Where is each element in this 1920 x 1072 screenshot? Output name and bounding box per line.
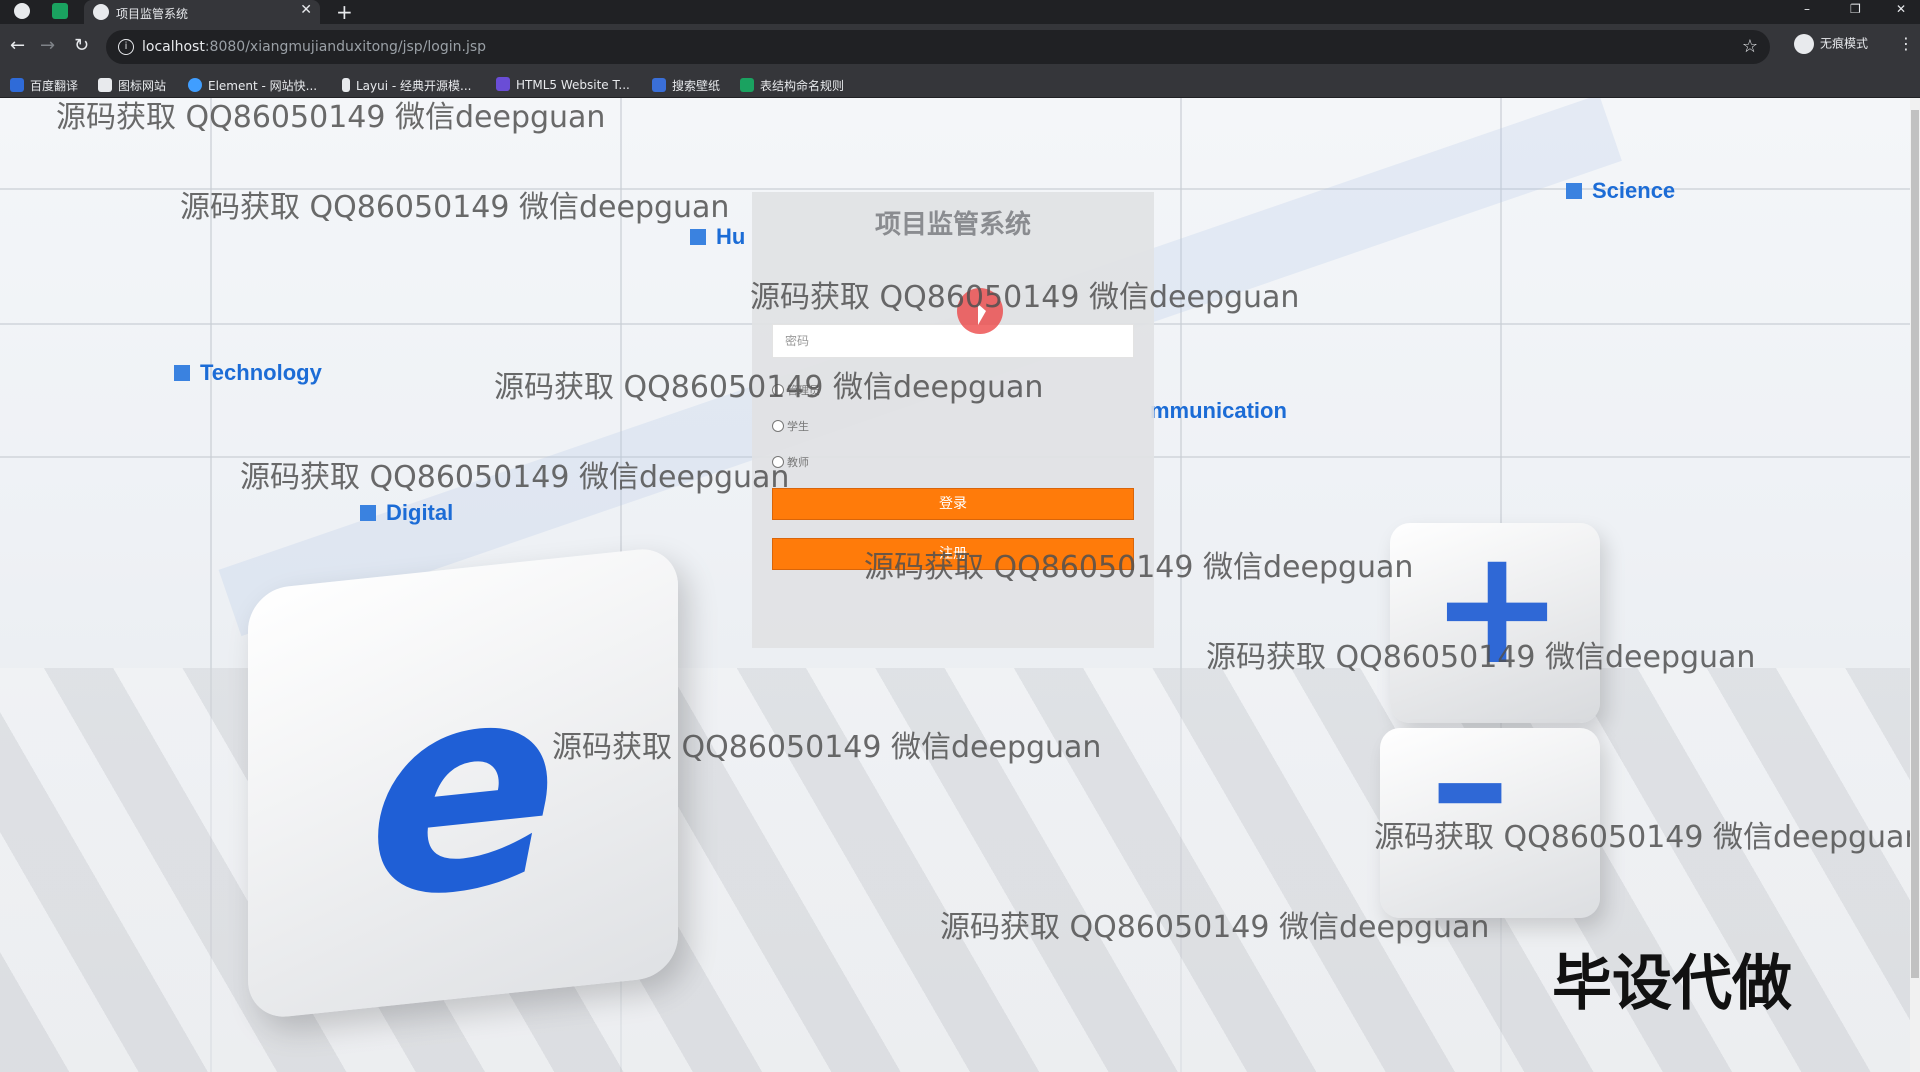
password-field[interactable]: 密码 — [772, 324, 1134, 358]
restore-icon[interactable]: ❐ — [1850, 2, 1861, 16]
login-button[interactable]: 登录 — [772, 488, 1134, 520]
bg-label-hu: Hu — [690, 224, 745, 250]
pinned-tab-icon[interactable] — [52, 3, 68, 19]
watermark: 源码获取 QQ86050149 微信deepguan — [180, 190, 730, 225]
new-tab-button[interactable]: + — [336, 0, 353, 24]
tab-title: 项目监管系统 — [116, 7, 189, 21]
watermark: 源码获取 QQ86050149 微信deepguan — [240, 460, 790, 495]
watermark: 源码获取 QQ86050149 微信deepguan — [56, 100, 606, 135]
watermark: 源码获取 QQ86050149 微信deepguan — [864, 550, 1414, 585]
scrollbar[interactable] — [1910, 98, 1920, 1072]
translate-icon — [10, 78, 24, 92]
flag-icon — [98, 78, 112, 92]
bookmark-item[interactable]: 搜索壁纸 — [652, 77, 720, 94]
url-text[interactable]: localhost:8080/xiangmujianduxitong/jsp/l… — [142, 39, 486, 55]
e-logo-icon: e — [368, 618, 558, 964]
site-info-icon[interactable]: i — [118, 39, 134, 55]
promo-stamp: 毕设代做 — [1552, 949, 1792, 1019]
e-cube-graphic: e — [248, 545, 678, 1021]
active-tab[interactable]: 项目监管系统 ✕ — [84, 0, 320, 24]
url-bar[interactable]: i localhost:8080/xiangmujianduxitong/jsp… — [106, 30, 1770, 64]
watermark: 源码获取 QQ86050149 微信deepguan — [494, 370, 1044, 405]
bookmark-item[interactable]: 表结构命名规则 — [740, 77, 844, 94]
bookmark-item[interactable]: HTML5 Website T... — [496, 77, 630, 92]
tab-bar: 项目监管系统 ✕ + – ❐ ✕ — [0, 0, 1920, 24]
watermark: 源码获取 QQ86050149 微信deepguan — [1206, 640, 1756, 675]
bookmark-item[interactable]: 百度翻译 — [10, 77, 78, 94]
incognito-icon — [1794, 34, 1814, 54]
scrollbar-thumb[interactable] — [1911, 110, 1919, 978]
bookmark-star-icon[interactable]: ☆ — [1742, 36, 1758, 57]
forward-icon[interactable]: → — [40, 35, 55, 56]
bg-label-communication: mmunication — [1150, 398, 1287, 423]
incognito-indicator[interactable]: 无痕模式 — [1794, 34, 1868, 54]
minimize-icon[interactable]: – — [1804, 2, 1810, 16]
bookmark-item[interactable]: 图标网站 — [98, 77, 166, 94]
bookmarks-bar: 百度翻译 图标网站 Element - 网站快... Layui - 经典开源模… — [0, 70, 1920, 98]
watermark: 源码获取 QQ86050149 微信deepguan — [940, 910, 1490, 945]
element-icon — [188, 78, 202, 92]
back-icon[interactable]: ← — [10, 35, 25, 56]
page-background: Science Technology Digital Hu mmunicatio… — [0, 98, 1920, 1072]
table-icon — [740, 78, 754, 92]
watermark: 源码获取 QQ86050149 微信deepguan — [552, 730, 1102, 765]
html5-icon — [496, 77, 510, 91]
bookmark-item[interactable]: Element - 网站快... — [188, 77, 317, 94]
role-radio-student[interactable]: 学生 — [772, 418, 809, 434]
radio-icon — [772, 420, 784, 432]
address-toolbar: ← → ↻ i localhost:8080/xiangmujianduxito… — [0, 24, 1920, 70]
globe-icon — [93, 4, 109, 20]
bg-label-digital: Digital — [360, 500, 453, 526]
wallpaper-icon — [652, 78, 666, 92]
login-title: 项目监管系统 — [874, 210, 1031, 240]
bookmark-item[interactable]: Layui - 经典开源模... — [342, 77, 471, 94]
browser-menu-icon[interactable]: ⋮ — [1898, 34, 1914, 53]
bg-label-science: Science — [1566, 178, 1675, 204]
chrome-app-icon[interactable] — [14, 3, 30, 19]
close-window-icon[interactable]: ✕ — [1896, 2, 1906, 16]
reload-icon[interactable]: ↻ — [74, 35, 89, 56]
bg-label-technology: Technology — [174, 360, 322, 386]
close-tab-icon[interactable]: ✕ — [300, 2, 312, 18]
watermark: 源码获取 QQ86050149 微信deepguan — [1374, 820, 1920, 855]
watermark: 源码获取 QQ86050149 微信deepguan — [750, 280, 1300, 315]
layui-icon — [342, 78, 350, 92]
